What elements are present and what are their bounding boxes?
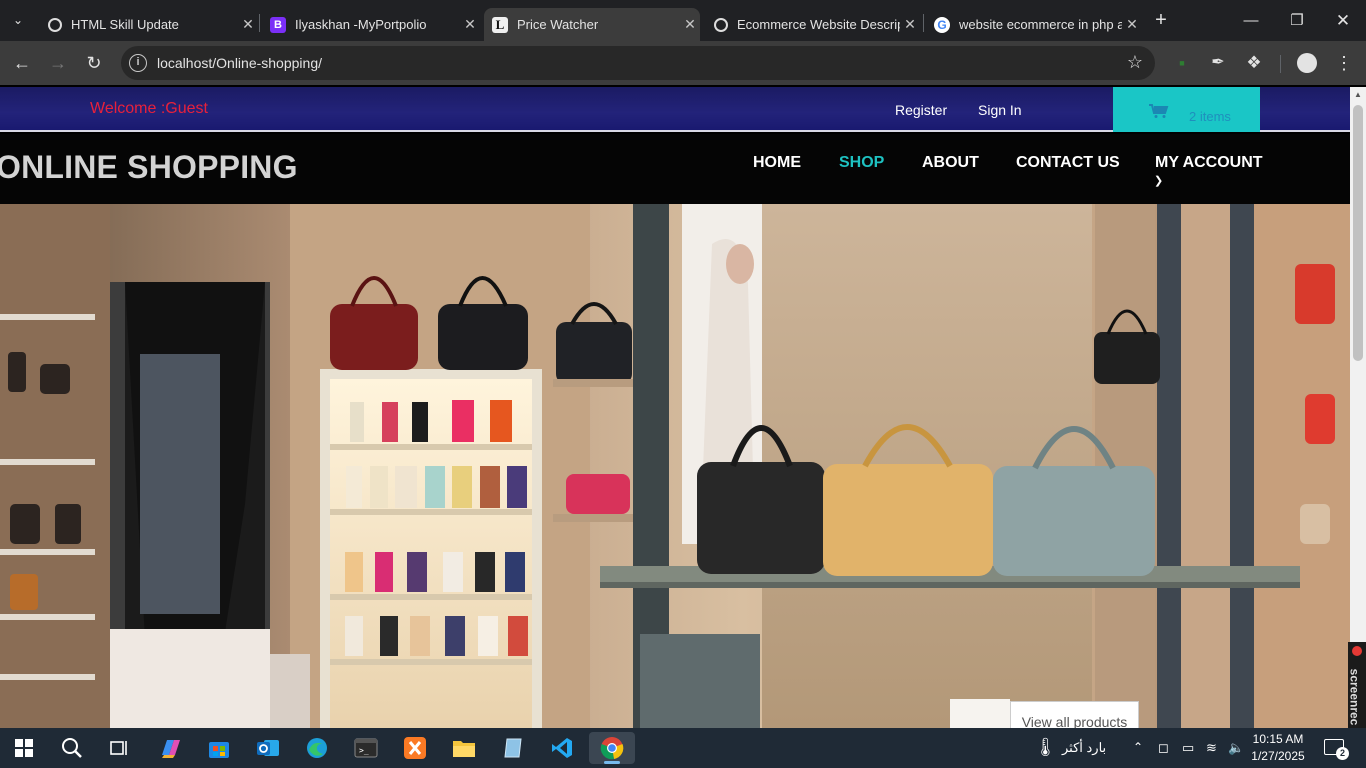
screenrec-widget[interactable]: screenrec bbox=[1347, 642, 1366, 728]
restore-button[interactable]: ❐ bbox=[1274, 8, 1320, 34]
tab-price-watcher[interactable]: L Price Watcher ✕ bbox=[484, 8, 700, 41]
tab-html-skill-update[interactable]: HTML Skill Update ✕ bbox=[38, 8, 258, 41]
extensions-puzzle-icon[interactable]: ❖ bbox=[1240, 49, 1268, 77]
extension-icon[interactable]: ■ bbox=[1168, 49, 1196, 77]
tab-ecommerce-description[interactable]: Ecommerce Website Descrip ✕ bbox=[706, 8, 920, 41]
nav-home[interactable]: HOME bbox=[753, 154, 801, 172]
scroll-up-arrow-icon[interactable]: ▲ bbox=[1354, 90, 1362, 99]
forward-arrow-icon[interactable]: → bbox=[44, 49, 72, 77]
top-header-strip: Welcome :Guest Register Sign In 2 items bbox=[0, 87, 1350, 132]
chatgpt-icon bbox=[714, 17, 728, 32]
register-link[interactable]: Register bbox=[895, 102, 947, 118]
main-navigation: ONLINE SHOPPING HOME SHOP ABOUT CONTACT … bbox=[0, 134, 1350, 204]
tab-google-search[interactable]: G website ecommerce in php a ✕ bbox=[926, 8, 1142, 41]
chevron-down-icon[interactable]: ❯ bbox=[1154, 174, 1163, 187]
system-clock[interactable]: 10:15 AM 1/27/2025 bbox=[1248, 731, 1308, 765]
microsoft-store-icon[interactable] bbox=[199, 732, 239, 764]
view-all-products-button[interactable]: View all products bbox=[1010, 701, 1139, 728]
file-explorer-icon[interactable] bbox=[444, 732, 484, 764]
sign-in-link[interactable]: Sign In bbox=[978, 102, 1022, 118]
profile-avatar-icon[interactable] bbox=[1293, 49, 1321, 77]
copilot-icon[interactable] bbox=[150, 732, 190, 764]
outlook-icon[interactable] bbox=[248, 732, 288, 764]
clock-time: 10:15 AM bbox=[1252, 732, 1304, 746]
cart-icon bbox=[1149, 104, 1169, 118]
close-icon[interactable]: ✕ bbox=[900, 16, 920, 33]
bookmark-star-icon[interactable]: ☆ bbox=[1127, 52, 1143, 73]
tab-title: Price Watcher bbox=[517, 17, 599, 32]
record-dot-icon bbox=[1352, 646, 1362, 656]
tab-title: Ilyaskhan -MyPortpolio bbox=[295, 17, 427, 32]
tab-title: HTML Skill Update bbox=[71, 17, 179, 32]
cart-item-count: 2 items bbox=[1189, 109, 1231, 124]
glass-app-icon[interactable] bbox=[493, 732, 533, 764]
tab-title: website ecommerce in php a bbox=[959, 17, 1122, 32]
web-page: Welcome :Guest Register Sign In 2 items … bbox=[0, 87, 1350, 728]
cart-button[interactable]: 2 items bbox=[1113, 87, 1260, 132]
hero-store-image bbox=[0, 204, 1350, 728]
xampp-icon[interactable] bbox=[395, 732, 435, 764]
close-icon[interactable]: ✕ bbox=[460, 16, 480, 33]
nav-about[interactable]: ABOUT bbox=[922, 154, 979, 172]
windows-start-icon[interactable] bbox=[4, 732, 44, 764]
plus-icon: + bbox=[1155, 8, 1167, 31]
notifications-icon[interactable]: 2 bbox=[1324, 739, 1349, 760]
chatgpt-icon bbox=[48, 17, 62, 32]
site-info-icon[interactable]: i bbox=[129, 54, 147, 72]
browser-tab-bar: ⌄ HTML Skill Update ✕ B Ilyaskhan -MyPor… bbox=[0, 0, 1366, 41]
chevron-up-icon[interactable]: ⌃ bbox=[1133, 740, 1143, 754]
close-icon[interactable]: ✕ bbox=[680, 16, 700, 33]
task-view-icon[interactable] bbox=[100, 732, 140, 764]
nav-contact-us[interactable]: CONTACT US bbox=[1016, 154, 1120, 172]
site-logo-text[interactable]: ONLINE SHOPPING bbox=[0, 149, 298, 186]
bootstrap-icon: B bbox=[270, 16, 286, 33]
browser-toolbar: ← → ↻ i localhost/Online-shopping/ ☆ ■ ✒… bbox=[0, 41, 1366, 85]
hero-banner: View all products bbox=[0, 204, 1350, 728]
new-tab-button[interactable]: + bbox=[1148, 6, 1174, 34]
notification-count: 2 bbox=[1336, 747, 1349, 760]
volume-icon[interactable]: 🔈 bbox=[1228, 740, 1244, 756]
reload-icon[interactable]: ↻ bbox=[80, 49, 108, 77]
terminal-icon[interactable]: >_ bbox=[346, 732, 386, 764]
address-url[interactable]: localhost/Online-shopping/ bbox=[157, 55, 322, 71]
page-scrollbar[interactable]: ▲ bbox=[1350, 87, 1366, 728]
back-arrow-icon[interactable]: ← bbox=[8, 49, 36, 77]
battery-icon[interactable]: ▭ bbox=[1182, 740, 1194, 756]
chrome-icon[interactable] bbox=[589, 732, 635, 764]
clock-date: 1/27/2025 bbox=[1251, 749, 1305, 763]
weather-text[interactable]: بارد أكثر bbox=[1062, 740, 1106, 756]
menu-dots-icon[interactable]: ⋮ bbox=[1330, 49, 1358, 77]
tab-myportfolio[interactable]: B Ilyaskhan -MyPortpolio ✕ bbox=[262, 8, 480, 41]
weather-thermometer-icon[interactable]: 🌡 bbox=[1034, 737, 1057, 758]
close-icon[interactable]: ✕ bbox=[1122, 16, 1142, 33]
close-window-button[interactable]: ✕ bbox=[1320, 8, 1366, 34]
taskbar: >_ 🌡 بارد أكثر ⌃ ◻ ▭ ≋ 🔈 10:15 AM 1/27/2… bbox=[0, 728, 1366, 768]
camera-icon[interactable]: ◻ bbox=[1158, 740, 1169, 756]
search-icon[interactable] bbox=[52, 732, 92, 764]
vscode-icon[interactable] bbox=[542, 732, 582, 764]
address-bar[interactable]: i localhost/Online-shopping/ ☆ bbox=[121, 46, 1155, 80]
eyedropper-icon[interactable]: ✒ bbox=[1204, 49, 1232, 77]
chevron-down-icon: ⌄ bbox=[12, 13, 24, 27]
edge-icon[interactable] bbox=[297, 732, 337, 764]
minimize-button[interactable]: — bbox=[1228, 8, 1274, 34]
tab-search-button[interactable]: ⌄ bbox=[4, 6, 32, 34]
welcome-text: Welcome :Guest bbox=[90, 100, 208, 117]
close-icon[interactable]: ✕ bbox=[238, 16, 258, 33]
screenrec-label: screenrec bbox=[1347, 668, 1362, 726]
google-icon: G bbox=[934, 16, 950, 33]
nav-my-account[interactable]: MY ACCOUNT bbox=[1155, 154, 1263, 172]
tab-title: Ecommerce Website Descrip bbox=[737, 17, 900, 32]
svg-text:>_: >_ bbox=[359, 746, 369, 755]
nav-shop[interactable]: SHOP bbox=[839, 154, 884, 172]
scrollbar-thumb[interactable] bbox=[1353, 105, 1363, 361]
wifi-icon[interactable]: ≋ bbox=[1206, 740, 1217, 756]
letter-l-icon: L bbox=[492, 16, 508, 33]
